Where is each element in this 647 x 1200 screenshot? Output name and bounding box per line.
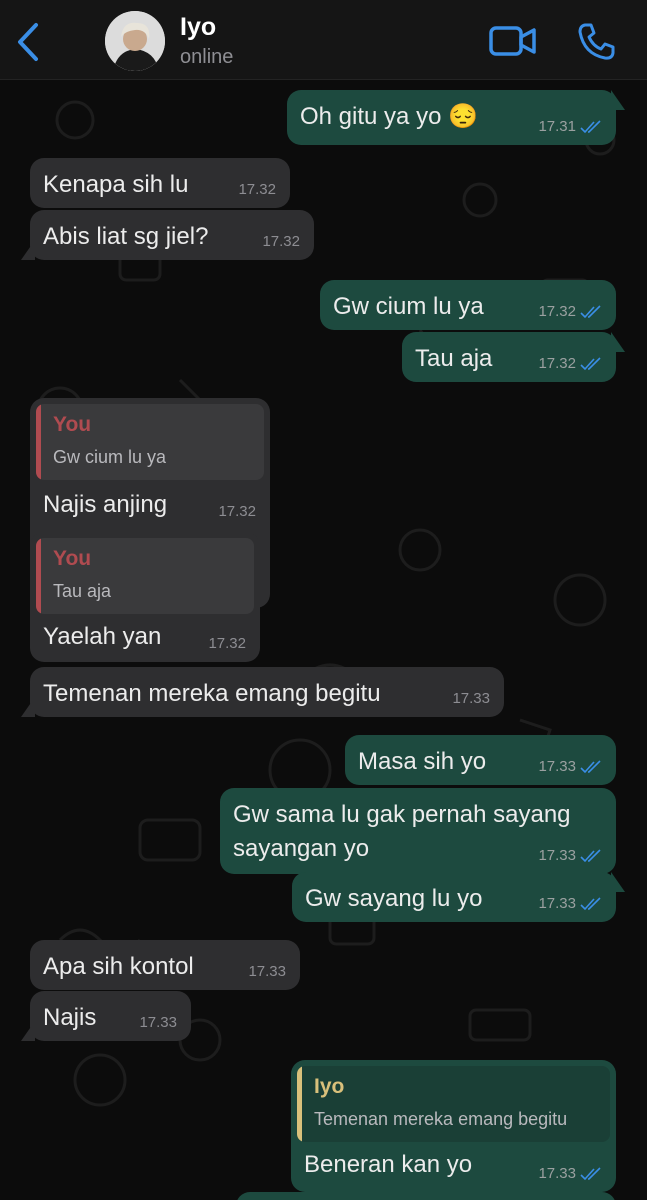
message-time: 17.33 (538, 895, 576, 912)
double-check-icon (580, 356, 601, 370)
chat-header: Iyo online (0, 0, 647, 80)
message-bubble-outgoing[interactable]: Gw cium lu ya 17.32 (320, 280, 616, 330)
contact-name[interactable]: Iyo (180, 13, 216, 42)
message-time: 17.32 (262, 233, 300, 250)
quoted-message[interactable]: Iyo Temenan mereka emang begitu (297, 1066, 610, 1142)
message-text-line1: Gw sama lu gak pernah sayang (233, 801, 571, 828)
double-check-icon (580, 848, 601, 862)
message-time: 17.32 (218, 503, 256, 520)
message-bubble-outgoing-reply[interactable]: Iyo Temenan mereka emang begitu Beneran … (291, 1060, 616, 1192)
message-text: Gw cium lu ya (333, 293, 484, 320)
bubble-tail (611, 872, 625, 892)
double-check-icon (580, 304, 601, 318)
message-text: Najis anjing (43, 491, 168, 518)
quoted-message[interactable]: You Tau aja (36, 538, 254, 614)
message-time: 17.33 (248, 963, 286, 980)
phone-icon (578, 23, 615, 60)
quote-author: You (53, 413, 92, 436)
message-time: 17.33 (538, 758, 576, 775)
message-bubble-incoming[interactable]: Najis 17.33 (21, 991, 191, 1041)
chevron-left-icon (18, 23, 38, 61)
message-text: Temenan mereka emang begitu (43, 680, 381, 707)
message-text: Kenapa sih lu (43, 171, 189, 198)
double-check-icon (580, 896, 601, 910)
bubble-tail (21, 697, 35, 717)
video-camera-icon (489, 26, 536, 56)
voice-call-button[interactable] (576, 22, 616, 62)
message-time: 17.32 (538, 355, 576, 372)
quote-text: Tau aja (53, 581, 112, 601)
message-time: 17.32 (208, 635, 246, 652)
message-time: 17.33 (452, 690, 490, 707)
bubble-tail (611, 332, 625, 352)
message-time: 17.32 (538, 303, 576, 320)
message-time: 17.33 (538, 847, 576, 864)
message-bubble-incoming[interactable]: Kenapa sih lu 17.32 (30, 158, 290, 208)
quote-text: Gw cium lu ya (53, 447, 167, 467)
message-bubble-outgoing-partial[interactable] (236, 1192, 616, 1200)
double-check-icon (580, 119, 601, 133)
quote-author: Iyo (314, 1075, 345, 1098)
message-bubble-incoming[interactable]: Abis liat sg jiel? 17.32 (21, 210, 314, 260)
back-button[interactable] (10, 22, 46, 62)
message-bubble-incoming[interactable]: Apa sih kontol 17.33 (30, 940, 300, 990)
message-text: Tau aja (415, 345, 493, 372)
message-time: 17.31 (538, 118, 576, 135)
message-bubble-outgoing[interactable]: Gw sama lu gak pernah sayang sayangan yo… (220, 788, 616, 874)
double-check-icon (580, 759, 601, 773)
bubble-tail (611, 90, 625, 110)
video-call-button[interactable] (488, 22, 538, 60)
message-bubble-outgoing[interactable]: Tau aja 17.32 (402, 332, 625, 382)
quote-author: You (53, 547, 92, 570)
message-text: Oh gitu ya yo 😔 (300, 103, 478, 130)
message-bubble-outgoing[interactable]: Masa sih yo 17.33 (345, 735, 616, 785)
bubble-tail (21, 1021, 35, 1041)
message-time: 17.32 (238, 181, 276, 198)
message-text: Abis liat sg jiel? (43, 223, 209, 250)
message-bubble-outgoing[interactable]: Gw sayang lu yo 17.33 (292, 872, 625, 922)
message-text: Najis (43, 1004, 97, 1031)
message-list[interactable]: Oh gitu ya yo 😔 17.31 Kenapa sih lu 17.3… (0, 80, 647, 1200)
message-text: Beneran kan yo (304, 1151, 473, 1178)
message-text-line2: sayangan yo (233, 835, 370, 862)
message-bubble-incoming[interactable]: Temenan mereka emang begitu 17.33 (21, 667, 504, 717)
avatar[interactable] (105, 11, 165, 71)
message-time: 17.33 (139, 1014, 177, 1031)
message-text: Masa sih yo (358, 748, 487, 775)
message-text: Yaelah yan (43, 623, 162, 650)
message-text: Gw sayang lu yo (305, 885, 483, 912)
message-text: Apa sih kontol (43, 953, 194, 980)
double-check-icon (580, 1166, 601, 1180)
message-bubble-incoming-reply[interactable]: You Tau aja Yaelah yan 17.32 (30, 532, 260, 662)
quoted-message[interactable]: You Gw cium lu ya (36, 404, 264, 480)
quote-text: Temenan mereka emang begitu (314, 1109, 568, 1129)
contact-status: online (180, 46, 234, 68)
message-time: 17.33 (538, 1165, 576, 1182)
bubble-tail (21, 240, 35, 260)
message-bubble-outgoing[interactable]: Oh gitu ya yo 😔 17.31 (287, 90, 625, 145)
